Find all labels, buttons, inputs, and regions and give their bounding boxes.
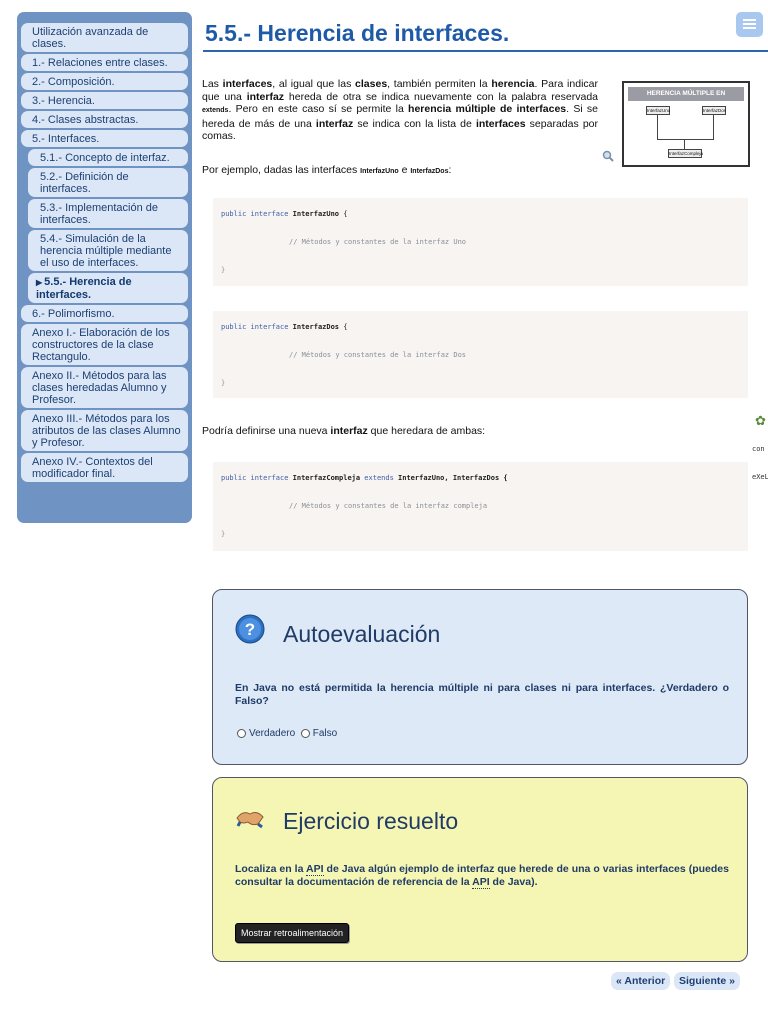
solved-exercise-title: Ejercicio resuelto xyxy=(283,808,459,834)
next-page-button[interactable]: Siguiente » xyxy=(674,972,741,990)
example-intro: Por ejemplo, dadas las interfaces Interf… xyxy=(202,164,452,176)
self-assessment-box: ? Autoevaluación En Java no está permiti… xyxy=(212,589,748,765)
exercise-text: Localiza en la API de Java algún ejemplo… xyxy=(235,863,729,889)
middle-paragraph: Podría definirse una nueva interfaz que … xyxy=(202,425,486,437)
sidebar-item-annex-2[interactable]: Anexo II.- Métodos para las clases hered… xyxy=(21,367,188,408)
sidebar-item-abstract-classes[interactable]: 4.- Clases abstractas. xyxy=(21,111,188,128)
sidebar-item-composition[interactable]: 2.- Composición. xyxy=(21,73,188,90)
diagram-box-interfaz-uno: InterfazUno xyxy=(646,106,671,115)
side-fragment-con: con xyxy=(752,445,765,453)
show-feedback-button[interactable]: Mostrar retroalimentación xyxy=(235,923,350,943)
magnifier-icon[interactable] xyxy=(602,150,614,162)
handshake-icon xyxy=(236,812,264,829)
active-arrow-icon: ▶ xyxy=(36,278,43,287)
option-label-falso: Falso xyxy=(312,728,338,739)
question-icon: ? xyxy=(235,614,265,644)
sidebar-item-interface-inheritance[interactable]: ▶ 5.5.- Herencia de interfaces. xyxy=(28,273,188,303)
previous-page-button[interactable]: « Anterior xyxy=(611,972,671,990)
menu-icon xyxy=(743,19,756,21)
title-divider xyxy=(203,50,768,52)
sidebar-item-interface-definition[interactable]: 5.2.- Definición de interfaces. xyxy=(28,168,188,197)
sidebar-item-polymorphism[interactable]: 6.- Polimorfismo. xyxy=(21,305,188,322)
sidebar-item-advanced-classes[interactable]: Utilización avanzada de clases. xyxy=(21,23,188,52)
menu-button[interactable] xyxy=(736,12,763,37)
sidebar-item-annex-3[interactable]: Anexo III.- Métodos para los atributos d… xyxy=(21,410,188,451)
option-label-verdadero: Verdadero xyxy=(249,728,296,739)
code-block-interfaz-uno: public interface InterfazUno { // Método… xyxy=(213,198,748,286)
sidebar-item-inheritance[interactable]: 3.- Herencia. xyxy=(21,92,188,109)
api-link[interactable]: API xyxy=(472,876,490,889)
intro-paragraph: Las interfaces, al igual que las clases,… xyxy=(202,78,599,143)
sidebar-item-multiple-inheritance-sim[interactable]: 5.4.- Simulación de la herencia múltiple… xyxy=(28,230,188,271)
sidebar-item-relations[interactable]: 1.- Relaciones entre clases. xyxy=(21,54,188,71)
answer-options: Verdadero Falso xyxy=(237,728,337,739)
sidebar-item-label: 5.5.- Herencia de interfaces. xyxy=(36,276,132,301)
svg-text:?: ? xyxy=(245,620,255,639)
code-block-interfaz-dos: public interface InterfazDos { // Método… xyxy=(213,311,748,398)
sidebar-item-annex-1[interactable]: Anexo I.- Elaboración de los constructor… xyxy=(21,324,188,365)
diagram-box-interfaz-compleja: InterfazCompleja xyxy=(668,149,704,158)
inheritance-diagram-image[interactable]: HERENCIA MÚLTIPLE EN INTERFACES Interfaz… xyxy=(622,81,750,167)
sidebar-item-interface-concept[interactable]: 5.1.- Concepto de interfaz. xyxy=(28,149,188,166)
diagram-heading: HERENCIA MÚLTIPLE EN INTERFACES xyxy=(628,87,744,111)
self-assessment-title: Autoevaluación xyxy=(283,621,441,647)
sidebar-nav: Utilización avanzada de clases. 1.- Rela… xyxy=(17,12,192,523)
side-fragment-exel: eXeL xyxy=(752,473,768,481)
page-title: 5.5.- Herencia de interfaces. xyxy=(205,20,510,46)
sidebar-item-annex-4[interactable]: Anexo IV.- Contextos del modificador fin… xyxy=(21,453,188,482)
self-assessment-question: En Java no está permitida la herencia mú… xyxy=(235,682,729,707)
sidebar-item-interfaces[interactable]: 5.- Interfaces. xyxy=(21,130,188,147)
diagram-box-interfaz-dos: InterfazDos xyxy=(702,106,727,115)
solved-exercise-box: Ejercicio resuelto Localiza en la API de… xyxy=(212,777,748,962)
radio-falso[interactable] xyxy=(300,728,310,738)
api-link[interactable]: API xyxy=(306,863,324,876)
radio-verdadero[interactable] xyxy=(237,728,246,738)
code-block-interfaz-compleja: public interface InterfazCompleja extend… xyxy=(213,462,748,551)
sidebar-item-interface-implementation[interactable]: 5.3.- Implementación de interfaces. xyxy=(28,199,188,228)
exe-logo-icon[interactable]: ✿ xyxy=(755,414,768,428)
